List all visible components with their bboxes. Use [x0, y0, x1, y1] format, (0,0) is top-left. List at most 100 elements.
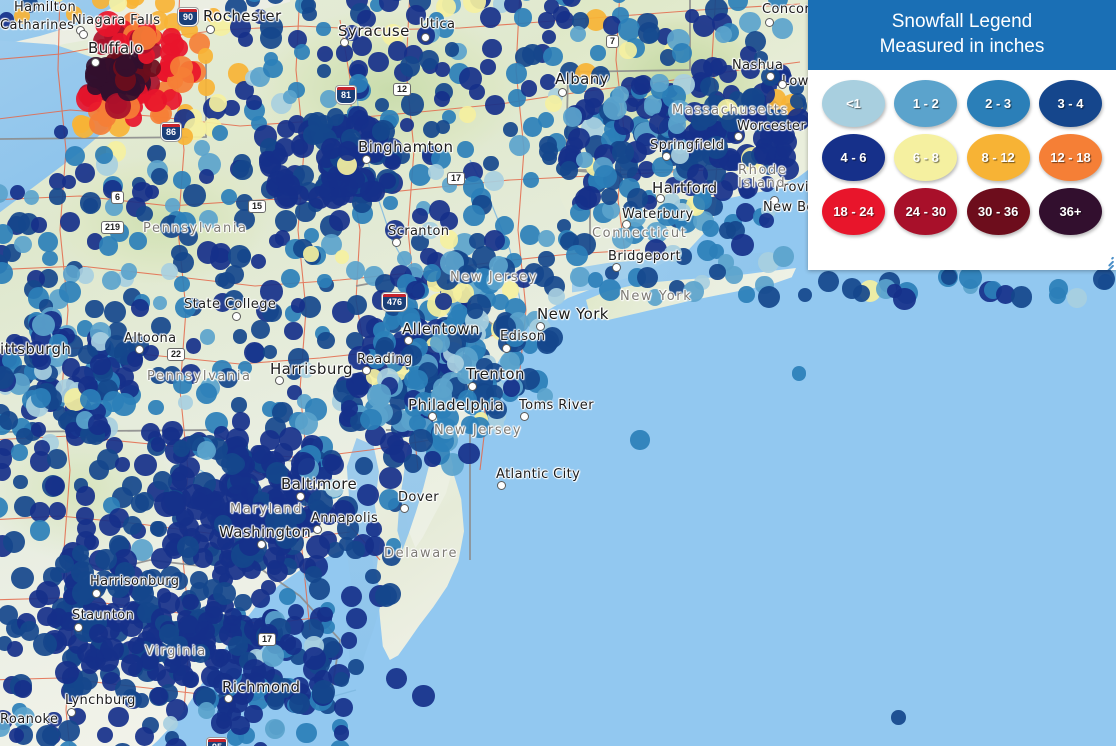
snowfall-dot[interactable]	[29, 520, 51, 541]
snowfall-dot[interactable]	[84, 65, 107, 88]
snowfall-dot[interactable]	[293, 43, 310, 60]
snowfall-dot[interactable]	[38, 232, 58, 252]
snowfall-dot[interactable]	[223, 289, 244, 310]
snowfall-dot[interactable]	[111, 33, 129, 51]
snowfall-dot[interactable]	[714, 25, 732, 43]
snowfall-dot[interactable]	[222, 614, 241, 633]
snowfall-dot[interactable]	[570, 266, 590, 287]
snowfall-dot[interactable]	[232, 329, 248, 344]
snowfall-dot[interactable]	[317, 331, 335, 350]
snowfall-dot[interactable]	[95, 11, 122, 38]
snowfall-dot[interactable]	[508, 134, 530, 156]
snowfall-dot[interactable]	[771, 18, 793, 39]
snowfall-dot[interactable]	[636, 267, 658, 288]
snowfall-dot[interactable]	[79, 192, 102, 214]
snowfall-dot[interactable]	[325, 478, 344, 497]
snowfall-dot[interactable]	[365, 569, 381, 585]
snowfall-dot[interactable]	[0, 12, 14, 27]
snowfall-dot[interactable]	[440, 212, 458, 230]
snowfall-dot[interactable]	[102, 271, 122, 291]
snowfall-dot[interactable]	[400, 56, 421, 77]
snowfall-dot[interactable]	[195, 382, 217, 405]
snowfall-dot[interactable]	[16, 428, 33, 445]
snowfall-dot[interactable]	[893, 288, 916, 311]
snowfall-dot[interactable]	[590, 45, 606, 61]
snowfall-dot[interactable]	[173, 439, 191, 457]
snowfall-dot[interactable]	[317, 273, 332, 289]
snowfall-dot[interactable]	[773, 246, 794, 267]
snowfall-dot[interactable]	[563, 107, 583, 127]
snowfall-dot[interactable]	[542, 150, 557, 166]
snowfall-dot[interactable]	[656, 202, 680, 227]
snowfall-dot[interactable]	[243, 658, 267, 682]
snowfall-dot[interactable]	[75, 486, 96, 506]
snowfall-dot[interactable]	[403, 454, 423, 473]
snowfall-dot[interactable]	[483, 155, 499, 172]
snowfall-dot[interactable]	[339, 178, 359, 197]
snowfall-dot[interactable]	[120, 263, 138, 280]
snowfall-dot[interactable]	[699, 76, 719, 96]
snowfall-dot[interactable]	[463, 205, 485, 227]
snowfall-dot[interactable]	[434, 90, 451, 107]
snowfall-dot[interactable]	[45, 475, 65, 496]
snowfall-dot[interactable]	[149, 521, 165, 536]
snowfall-dot[interactable]	[316, 21, 331, 37]
snowfall-dot[interactable]	[71, 544, 89, 562]
snowfall-dot[interactable]	[278, 587, 297, 605]
snowfall-dot[interactable]	[282, 89, 298, 105]
snowfall-dot[interactable]	[93, 38, 110, 55]
snowfall-dot[interactable]	[646, 289, 664, 306]
snowfall-dot[interactable]	[114, 456, 130, 472]
legend-swatch[interactable]: 24 - 30	[894, 188, 958, 235]
snowfall-dot[interactable]	[212, 672, 235, 695]
snowfall-dot[interactable]	[493, 316, 516, 339]
snowfall-dot[interactable]	[725, 265, 744, 284]
snowfall-dot[interactable]	[702, 219, 720, 237]
snowfall-dot[interactable]	[11, 567, 34, 590]
snowfall-dot[interactable]	[357, 9, 376, 28]
snowfall-dot[interactable]	[94, 146, 113, 165]
snowfall-dot[interactable]	[683, 280, 705, 302]
snowfall-dot[interactable]	[692, 14, 715, 37]
snowfall-dot[interactable]	[484, 171, 504, 191]
snowfall-dot[interactable]	[334, 697, 354, 717]
snowfall-dot[interactable]	[47, 448, 67, 469]
snowfall-dot[interactable]	[345, 260, 366, 281]
snowfall-dot[interactable]	[369, 384, 392, 406]
legend-swatch[interactable]: 6 - 8	[894, 134, 958, 181]
snowfall-dot[interactable]	[340, 585, 362, 608]
snowfall-dot[interactable]	[31, 216, 47, 233]
snowfall-dot[interactable]	[321, 453, 340, 472]
snowfall-dot[interactable]	[151, 316, 171, 337]
snowfall-dot[interactable]	[228, 244, 252, 268]
snowfall-dot[interactable]	[457, 390, 478, 410]
snowfall-dot[interactable]	[630, 430, 650, 450]
snowfall-dot[interactable]	[36, 581, 61, 605]
snowfall-dot[interactable]	[770, 126, 790, 146]
snowfall-legend-panel[interactable]: Snowfall Legend Measured in inches <1 1 -…	[808, 0, 1116, 270]
snowfall-dot[interactable]	[230, 715, 250, 735]
snowfall-dot[interactable]	[757, 285, 780, 308]
snowfall-dot[interactable]	[559, 160, 579, 180]
snowfall-dot[interactable]	[42, 250, 58, 267]
snowfall-dot[interactable]	[14, 235, 32, 254]
snowfall-dot[interactable]	[35, 724, 59, 746]
snowfall-dot[interactable]	[277, 119, 296, 138]
snowfall-dot[interactable]	[334, 249, 349, 264]
snowfall-dot[interactable]	[301, 0, 316, 13]
snowfall-dot[interactable]	[346, 373, 368, 395]
snowfall-dot[interactable]	[340, 632, 358, 649]
snowfall-dot[interactable]	[173, 276, 190, 293]
snowfall-dot[interactable]	[459, 105, 477, 123]
snowfall-dot[interactable]	[439, 230, 459, 249]
snowfall-dot[interactable]	[379, 488, 401, 510]
snowfall-dot[interactable]	[97, 726, 114, 744]
snowfall-dot[interactable]	[351, 35, 372, 56]
snowfall-dot[interactable]	[6, 333, 23, 350]
snowfall-dot[interactable]	[177, 394, 193, 410]
snowfall-dot[interactable]	[368, 51, 390, 73]
snowfall-dot[interactable]	[409, 429, 433, 453]
snowfall-dot[interactable]	[1066, 287, 1088, 308]
snowfall-dot[interactable]	[379, 466, 402, 490]
snowfall-dot[interactable]	[399, 118, 414, 133]
